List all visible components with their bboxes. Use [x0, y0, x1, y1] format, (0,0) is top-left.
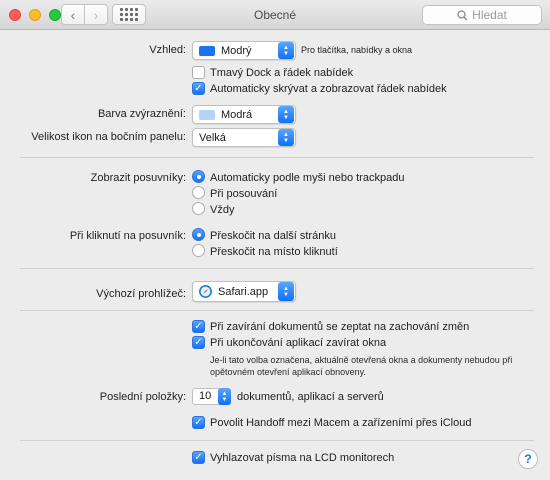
checkmark-icon: ✓ [194, 417, 203, 428]
lcd-smoothing-label: Vyhlazovat písma na LCD monitorech [210, 452, 395, 464]
appearance-note: Pro tlačítka, nabídky a okna [301, 45, 413, 55]
scrollbars-scrolling-radio[interactable] [192, 186, 205, 199]
recent-items-stepper[interactable]: ▲ ▼ [218, 388, 231, 405]
appearance-label: Vzhled: [149, 44, 186, 56]
sidebar-icon-size-label: Velikost ikon na bočním panelu: [31, 131, 186, 143]
help-button[interactable]: ? [518, 449, 538, 469]
general-preferences-window: ‹ › Obecné Hledat Vzhled: Modrý ▲ ▼ Pro t… [0, 0, 550, 480]
scrollbar-click-label: Při kliknutí na posuvník: [69, 230, 186, 242]
checkmark-icon: ✓ [194, 452, 203, 463]
scrollbars-scrolling-label: Při posouvání [210, 188, 278, 200]
separator [20, 310, 534, 311]
search-icon [457, 9, 468, 20]
scrollbars-always-label: Vždy [210, 204, 235, 216]
sidebar-icon-size-value: Velká [199, 131, 226, 144]
lcd-smoothing-checkbox[interactable]: ✓ [192, 451, 205, 464]
safari-icon [199, 285, 212, 298]
recent-items-suffix: dokumentů, aplikací a serverů [237, 391, 384, 403]
separator [20, 157, 534, 158]
highlight-value: Modrá [221, 108, 253, 121]
default-browser-value: Safari.app [218, 285, 269, 298]
popup-arrows-icon: ▲ ▼ [278, 42, 294, 59]
popup-arrows-icon: ▲ ▼ [278, 282, 294, 301]
close-windows-note-line2: opětovném otevření aplikací obnoveny. [210, 367, 366, 377]
jump-click-spot-label: Přeskočit na místo kliknutí [210, 246, 338, 258]
checkmark-icon: ✓ [194, 337, 203, 348]
search-placeholder: Hledat [472, 8, 507, 22]
close-windows-note-line1: Je-li tato volba označena, aktuálně otev… [210, 355, 513, 365]
recent-items-label: Poslední položky: [99, 391, 186, 403]
close-windows-checkbox[interactable]: ✓ [192, 336, 205, 349]
popup-arrows-icon: ▲ ▼ [278, 129, 294, 146]
scrollbars-label: Zobrazit posuvníky: [90, 172, 186, 184]
autohide-menu-checkbox[interactable]: ✓ [192, 82, 205, 95]
sidebar-icon-size-popup[interactable]: Velká ▲ ▼ [192, 128, 296, 147]
dark-dock-label: Tmavý Dock a řádek nabídek [210, 67, 354, 79]
highlight-color-swatch [199, 109, 215, 120]
stepper-arrows-icon: ▲ ▼ [221, 390, 228, 403]
scrollbars-auto-radio[interactable] [192, 170, 205, 183]
scrollbars-always-radio[interactable] [192, 202, 205, 215]
checkmark-icon: ✓ [194, 83, 203, 94]
scrollbars-auto-label: Automaticky podle myši nebo trackpadu [210, 172, 405, 184]
separator [20, 440, 534, 441]
appearance-value: Modrý [221, 44, 252, 57]
appearance-color-swatch [199, 45, 215, 56]
checkmark-icon: ✓ [194, 321, 203, 332]
handoff-label: Povolit Handoff mezi Macem a zařízeními … [210, 417, 472, 429]
autohide-menu-label: Automaticky skrývat a zobrazovat řádek n… [210, 83, 447, 95]
default-browser-label: Výchozí prohlížeč: [96, 288, 186, 300]
jump-next-page-radio[interactable] [192, 228, 205, 241]
search-field[interactable]: Hledat [422, 5, 542, 25]
title-bar: ‹ › Obecné Hledat [0, 0, 550, 30]
close-windows-label: Při ukončování aplikací zavírat okna [210, 337, 387, 349]
default-browser-popup[interactable]: Safari.app ▲ ▼ [192, 281, 296, 302]
separator [20, 268, 534, 269]
popup-arrows-icon: ▲ ▼ [278, 106, 294, 123]
jump-next-page-label: Přeskočit na další stránku [210, 230, 336, 242]
highlight-popup[interactable]: Modrá ▲ ▼ [192, 105, 296, 124]
dark-dock-checkbox[interactable] [192, 66, 205, 79]
highlight-label: Barva zvýraznění: [97, 108, 186, 120]
handoff-checkbox[interactable]: ✓ [192, 416, 205, 429]
ask-save-changes-label: Při zavírání dokumentů se zeptat na zach… [210, 321, 470, 333]
ask-save-changes-checkbox[interactable]: ✓ [192, 320, 205, 333]
jump-click-spot-radio[interactable] [192, 244, 205, 257]
appearance-popup[interactable]: Modrý ▲ ▼ [192, 41, 296, 60]
